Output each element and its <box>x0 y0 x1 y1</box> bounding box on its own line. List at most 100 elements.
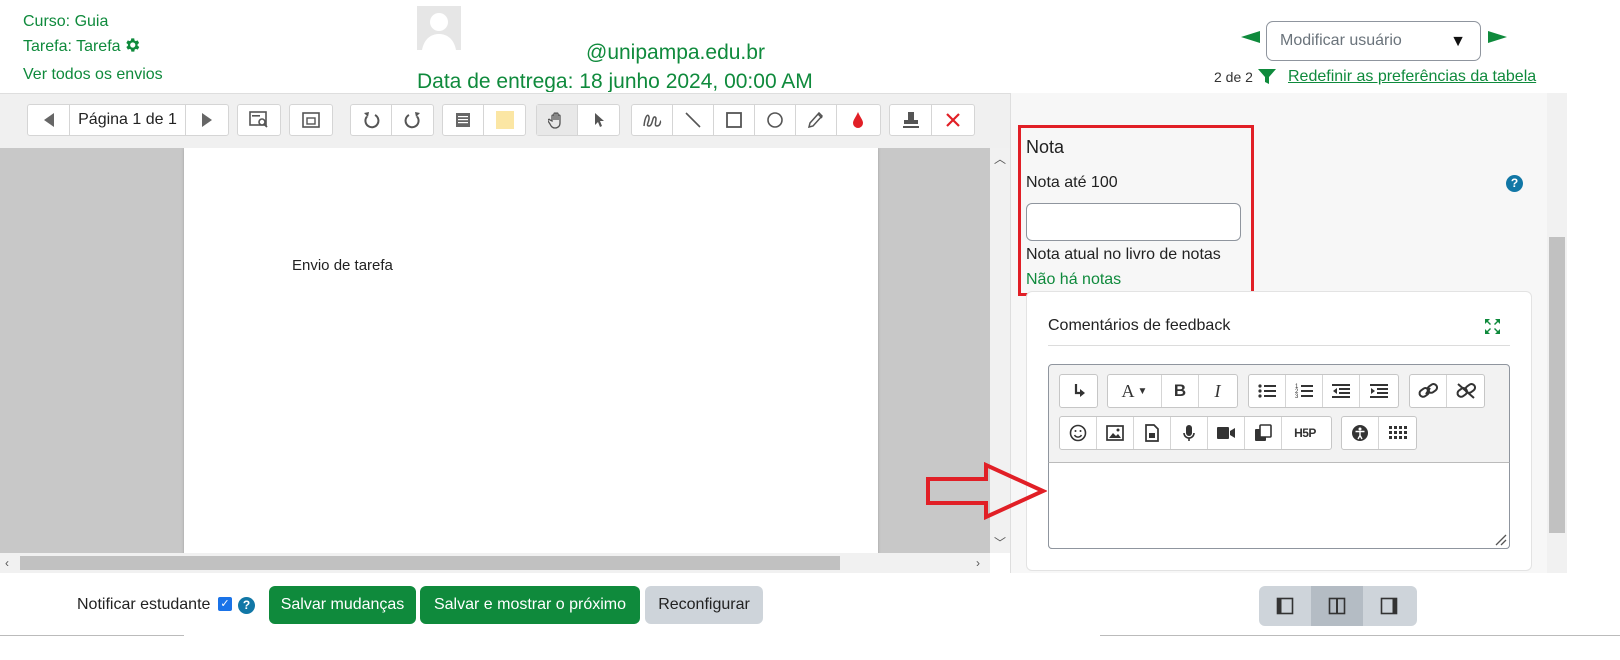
image-icon[interactable] <box>1097 417 1134 449</box>
rotate-left-icon[interactable] <box>351 105 392 135</box>
collapse-grade-panel-icon[interactable] <box>1363 586 1415 626</box>
editor-toolbar-group-text: A ▼ B I <box>1107 374 1238 408</box>
rotate-group <box>350 104 434 136</box>
drawing-tools <box>631 104 881 136</box>
font-style-glyph: A <box>1121 380 1135 401</box>
search-comments-icon[interactable] <box>238 105 280 135</box>
bold-glyph: B <box>1173 381 1187 400</box>
notify-student-label: Notificar estudante <box>77 596 211 613</box>
help-icon[interactable]: ? <box>1506 175 1523 192</box>
footer-divider-right <box>1100 635 1620 636</box>
media-file-icon[interactable] <box>1134 417 1171 449</box>
rectangle-icon[interactable] <box>714 105 755 135</box>
resize-grip-icon[interactable] <box>1493 532 1507 551</box>
feedback-text-area[interactable] <box>1048 462 1510 549</box>
ordered-list-icon[interactable]: 123 <box>1286 375 1323 407</box>
expand-collapse-icon[interactable] <box>290 105 332 135</box>
avatar <box>417 6 461 50</box>
outdent-icon[interactable] <box>1323 375 1360 407</box>
manage-files-icon[interactable] <box>1245 417 1282 449</box>
editor-toolbar-group-accessibility <box>1341 416 1417 450</box>
gear-icon[interactable] <box>123 36 141 62</box>
save-changes-button[interactable]: Salvar mudanças <box>269 586 416 624</box>
annotation-color-icon[interactable] <box>837 105 878 135</box>
horizontal-scroll-thumb[interactable] <box>20 556 840 570</box>
user-count: 2 de 2 <box>1214 69 1253 85</box>
course-link[interactable]: Curso: Guia <box>23 9 163 34</box>
panel-scrollbar[interactable] <box>1547 93 1567 573</box>
change-user-placeholder: Modificar usuário <box>1280 32 1402 49</box>
reset-button[interactable]: Reconfigurar <box>645 586 763 624</box>
collapse-review-panel-icon[interactable] <box>1259 586 1311 626</box>
record-video-icon[interactable] <box>1208 417 1245 449</box>
scroll-right-icon[interactable]: › <box>976 556 980 570</box>
comment-group <box>442 104 526 136</box>
toolbar-toggle-icon[interactable] <box>1060 375 1097 407</box>
caret-down-icon: ▼ <box>1450 33 1466 50</box>
previous-page-button[interactable] <box>28 105 70 135</box>
filter-icon[interactable] <box>1258 69 1276 90</box>
svg-text:3: 3 <box>1295 394 1299 399</box>
font-style-caret: ▼ <box>1137 385 1148 397</box>
next-page-button[interactable] <box>186 105 228 135</box>
notify-student-checkbox[interactable]: ✓ <box>218 597 232 611</box>
task-link-label[interactable]: Tarefa: Tarefa <box>23 38 121 55</box>
search-group <box>237 104 281 136</box>
delete-annotation-icon[interactable] <box>932 105 974 135</box>
pdf-page[interactable]: Envio de tarefa <box>184 148 878 553</box>
record-audio-icon[interactable] <box>1171 417 1208 449</box>
page-select[interactable]: Página 1 de 1 <box>70 105 186 135</box>
save-and-show-next-button[interactable]: Salvar e mostrar o próximo <box>420 586 640 624</box>
select-group <box>536 104 620 136</box>
task-link[interactable]: Tarefa: Tarefa <box>23 34 163 62</box>
user-email: @unipampa.edu.br <box>586 41 765 64</box>
grade-highlight-box <box>1018 125 1254 296</box>
unlink-icon[interactable] <box>1447 375 1484 407</box>
previous-user-arrow-icon[interactable] <box>1241 31 1260 43</box>
pan-hand-icon[interactable] <box>537 105 578 135</box>
accessibility-checker-icon[interactable] <box>1342 417 1379 449</box>
document-viewer: Envio de tarefa <box>0 148 990 553</box>
emoji-icon[interactable] <box>1060 417 1097 449</box>
bold-icon[interactable]: B <box>1162 375 1199 407</box>
link-icon[interactable] <box>1410 375 1447 407</box>
panel-scroll-thumb[interactable] <box>1549 237 1565 533</box>
annotation-toolbar: Página 1 de 1 <box>0 93 1010 148</box>
scroll-up-icon[interactable]: ︿ <box>994 150 1006 167</box>
editor-toolbar-group-lists: 123 <box>1248 374 1399 408</box>
feedback-title: Comentários de feedback <box>1048 317 1231 334</box>
change-user-select[interactable]: Modificar usuário ▼ <box>1266 21 1481 61</box>
view-all-submissions-link[interactable]: Ver todos os envios <box>23 62 163 87</box>
scroll-down-icon[interactable]: ﹀ <box>994 534 1006 551</box>
indent-icon[interactable] <box>1360 375 1397 407</box>
scroll-left-icon[interactable]: ‹ <box>5 556 9 570</box>
rotate-right-icon[interactable] <box>392 105 433 135</box>
notify-help-icon[interactable]: ? <box>238 597 255 614</box>
oval-icon[interactable] <box>755 105 796 135</box>
reset-table-preferences-link[interactable]: Redefinir as preferências da tabela <box>1288 68 1536 86</box>
italic-icon[interactable]: I <box>1199 375 1236 407</box>
fullscreen-expand-icon[interactable] <box>1484 318 1501 340</box>
comment-color-icon[interactable] <box>484 105 525 135</box>
stamp-icon[interactable] <box>890 105 932 135</box>
feedback-divider <box>1048 345 1510 346</box>
comment-icon[interactable] <box>443 105 484 135</box>
header-links: Curso: Guia Tarefa: Tarefa Ver todos os … <box>23 9 163 87</box>
layout-toggle-group <box>1259 586 1417 626</box>
select-pointer-icon[interactable] <box>578 105 619 135</box>
font-style-icon[interactable]: A ▼ <box>1108 375 1162 407</box>
line-icon[interactable] <box>673 105 714 135</box>
stamp-group <box>889 104 975 136</box>
more-tools-icon[interactable] <box>1379 417 1416 449</box>
h5p-icon[interactable]: H5P <box>1282 417 1328 449</box>
default-layout-icon[interactable] <box>1311 586 1363 626</box>
h5p-glyph: H5P <box>1294 426 1316 440</box>
next-user-arrow-icon[interactable] <box>1488 31 1507 43</box>
due-date: Data de entrega: 18 junho 2024, 00:00 AM <box>417 70 813 92</box>
unordered-list-icon[interactable] <box>1249 375 1286 407</box>
pen-icon[interactable] <box>632 105 673 135</box>
document-text: Envio de tarefa <box>292 257 393 274</box>
footer-divider-left <box>0 635 184 636</box>
viewer-horizontal-scrollbar[interactable]: ‹ › <box>0 553 990 573</box>
highlighter-icon[interactable] <box>796 105 837 135</box>
